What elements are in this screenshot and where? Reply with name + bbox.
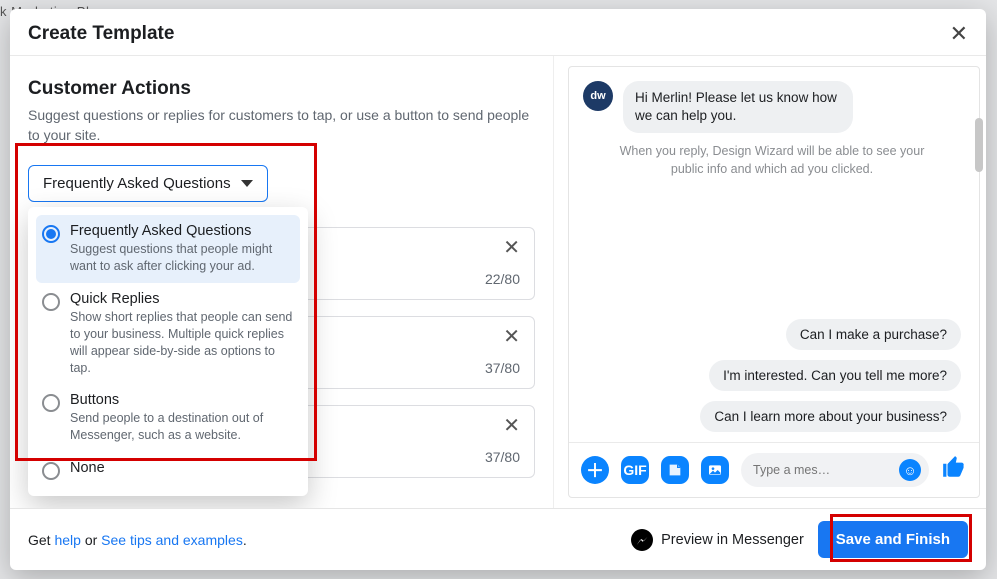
dropdown-option-desc: Show short replies that people can send … <box>70 309 294 377</box>
greeting-bubble: Hi Merlin! Please let us know how we can… <box>623 81 853 133</box>
modal-body: Customer Actions Suggest questions or re… <box>10 55 986 508</box>
tips-link[interactable]: See tips and examples <box>101 532 243 548</box>
footer-or-text: or <box>81 532 101 548</box>
remove-question-icon[interactable]: ✕ <box>503 416 520 436</box>
right-pane: dw Hi Merlin! Please let us know how we … <box>554 56 986 508</box>
customer-actions-dropdown: Frequently Asked Questions Frequently As… <box>28 165 268 202</box>
radio-icon <box>42 225 60 243</box>
section-subtitle: Suggest questions or replies for custome… <box>28 106 535 145</box>
suggested-chip[interactable]: Can I make a purchase? <box>786 319 961 350</box>
section-title: Customer Actions <box>28 78 535 100</box>
radio-icon <box>42 293 60 311</box>
remove-question-icon[interactable]: ✕ <box>503 238 520 258</box>
dropdown-option-faq[interactable]: Frequently Asked Questions Suggest quest… <box>36 215 300 283</box>
preview-in-messenger-button[interactable]: Preview in Messenger <box>631 529 804 551</box>
image-icon[interactable] <box>701 456 729 484</box>
dropdown-option-none[interactable]: None <box>36 452 300 488</box>
save-and-finish-button[interactable]: Save and Finish <box>818 521 968 558</box>
suggested-chip[interactable]: Can I learn more about your business? <box>700 401 961 432</box>
help-link[interactable]: help <box>54 532 80 548</box>
remove-question-icon[interactable]: ✕ <box>503 327 520 347</box>
messenger-preview: dw Hi Merlin! Please let us know how we … <box>568 66 980 498</box>
radio-icon <box>42 394 60 412</box>
create-template-modal: Create Template ✕ Customer Actions Sugge… <box>10 9 986 570</box>
emoji-icon[interactable]: ☺ <box>899 459 921 481</box>
sticker-icon[interactable] <box>661 456 689 484</box>
dropdown-current-label: Frequently Asked Questions <box>43 175 231 192</box>
footer-period: . <box>243 532 247 548</box>
composer-input-wrap: ☺ <box>741 453 929 487</box>
dropdown-option-title: Buttons <box>70 392 294 408</box>
footer-actions: Preview in Messenger Save and Finish <box>631 521 968 558</box>
char-count: 37/80 <box>485 360 520 376</box>
add-attachment-icon[interactable]: ＋ <box>581 456 609 484</box>
messenger-icon <box>631 529 653 551</box>
chevron-down-icon <box>241 180 253 187</box>
dropdown-option-desc: Send people to a destination out of Mess… <box>70 410 294 444</box>
char-count: 37/80 <box>485 449 520 465</box>
char-count: 22/80 <box>485 271 520 287</box>
suggested-questions-chips: Can I make a purchase? I'm interested. C… <box>587 319 961 442</box>
dropdown-menu: Frequently Asked Questions Suggest quest… <box>28 207 308 496</box>
dropdown-option-title: None <box>70 460 105 476</box>
modal-title: Create Template <box>28 23 174 45</box>
radio-icon <box>42 462 60 480</box>
dropdown-option-desc: Suggest questions that people might want… <box>70 241 294 275</box>
incoming-message-row: dw Hi Merlin! Please let us know how we … <box>583 81 961 133</box>
scrollbar-thumb[interactable] <box>975 118 983 172</box>
footer-help-text: Get help or See tips and examples. <box>28 532 247 548</box>
privacy-disclaimer: When you reply, Design Wizard will be ab… <box>611 143 933 178</box>
suggested-chip[interactable]: I'm interested. Can you tell me more? <box>709 360 961 391</box>
modal-header: Create Template ✕ <box>10 9 986 55</box>
dropdown-option-quick-replies[interactable]: Quick Replies Show short replies that pe… <box>36 283 300 385</box>
footer-get-text: Get <box>28 532 54 548</box>
composer-input[interactable] <box>753 463 893 477</box>
gif-icon[interactable]: GIF <box>621 456 649 484</box>
dropdown-option-buttons[interactable]: Buttons Send people to a destination out… <box>36 384 300 452</box>
dropdown-option-title: Frequently Asked Questions <box>70 223 294 239</box>
conversation-area: dw Hi Merlin! Please let us know how we … <box>569 67 979 442</box>
left-pane: Customer Actions Suggest questions or re… <box>10 56 554 508</box>
modal-footer: Get help or See tips and examples. Previ… <box>10 508 986 570</box>
thumbs-up-icon[interactable] <box>941 454 967 487</box>
dropdown-option-title: Quick Replies <box>70 291 294 307</box>
message-composer: ＋ GIF ☺ <box>569 442 979 497</box>
preview-label: Preview in Messenger <box>661 532 804 548</box>
dropdown-toggle[interactable]: Frequently Asked Questions <box>28 165 268 202</box>
avatar: dw <box>583 81 613 111</box>
close-icon[interactable]: ✕ <box>950 23 968 45</box>
